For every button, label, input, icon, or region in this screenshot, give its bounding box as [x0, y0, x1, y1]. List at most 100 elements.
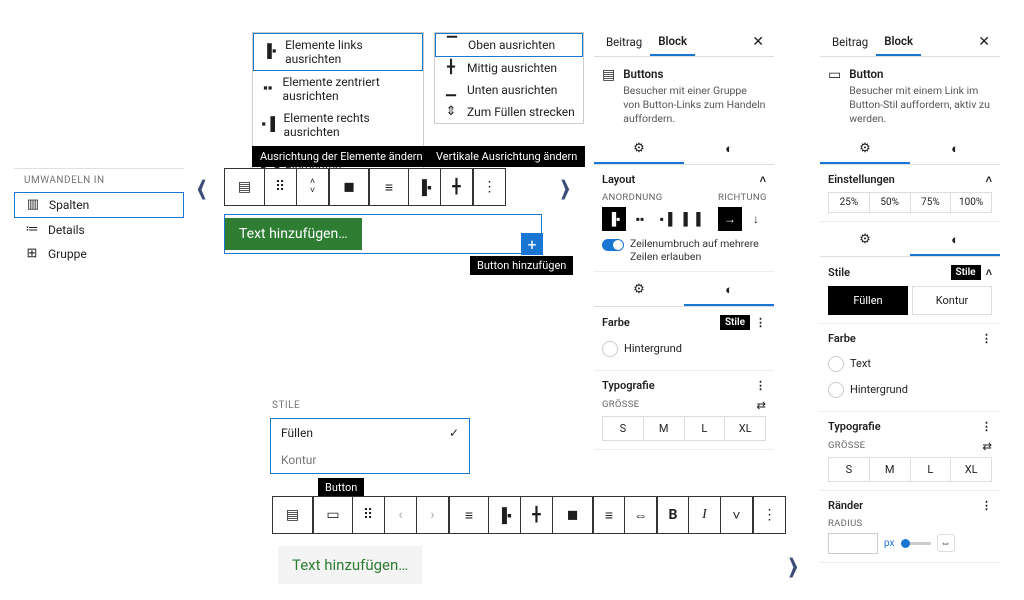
styles-tab-icon[interactable]: ◐ — [684, 135, 774, 164]
more-format[interactable]: ˅ — [721, 497, 753, 533]
bg-color[interactable]: Hintergrund — [828, 377, 992, 403]
arrangement-row: ▐▪ ▪▪ ▪▐ ▌▐ — [602, 207, 704, 231]
drag-handle[interactable]: ⠿ — [353, 497, 385, 533]
size-l[interactable]: L — [685, 417, 726, 440]
radius-input[interactable] — [828, 533, 878, 554]
transform-item-group[interactable]: ⊞ Gruppe — [14, 242, 184, 266]
select-parent[interactable]: ◼ — [329, 169, 369, 205]
size-xl[interactable]: XL — [951, 458, 991, 481]
link-button[interactable]: ⇔ — [625, 497, 657, 533]
wrap-toggle[interactable]: Zeilenumbruch auf mehrere Zeilen erlaube… — [602, 237, 766, 263]
settings-tab-icon[interactable]: ⚙ — [594, 135, 684, 164]
more-icon[interactable]: ⋮ — [755, 379, 766, 392]
more-button[interactable]: ⋮ — [753, 497, 785, 533]
button-icon: ▭ — [828, 67, 841, 83]
h-align-button[interactable]: ≡ — [369, 169, 409, 205]
close-icon[interactable]: ✕ — [746, 30, 770, 54]
transform-label: Spalten — [49, 198, 89, 212]
move-next[interactable]: › — [417, 497, 449, 533]
block-type[interactable]: ▭ — [313, 497, 353, 533]
settings-tab-icon[interactable]: ⚙ — [594, 276, 684, 306]
block-type-button[interactable]: ▤ — [225, 169, 265, 205]
collapse-icon[interactable]: ˄ — [986, 173, 992, 186]
justify-center-icon[interactable]: ▪▪ — [628, 207, 652, 231]
justify-left-icon[interactable]: ▐▪ — [602, 207, 626, 231]
tab-block[interactable]: Block — [876, 28, 921, 56]
align-top[interactable]: ▔ Oben ausrichten — [435, 33, 583, 57]
bg-color[interactable]: Hintergrund — [602, 336, 766, 362]
more-icon[interactable]: ⋮ — [981, 420, 992, 433]
transform-label: Details — [48, 223, 85, 237]
border-heading: Ränder — [828, 499, 863, 512]
align-left[interactable]: ▐▪ Elemente links ausrichten — [253, 33, 423, 71]
italic-button[interactable]: I — [689, 497, 721, 533]
more-icon[interactable]: ⋮ — [981, 499, 992, 512]
preset-50[interactable]: 50% — [870, 193, 911, 212]
styles-tab-icon[interactable]: ◐ — [910, 226, 1000, 256]
more-icon[interactable]: ⋮ — [755, 316, 766, 329]
align-button[interactable]: ≡ — [449, 497, 489, 533]
transform-item-columns[interactable]: ▥ Spalten — [14, 192, 184, 218]
bold-button[interactable]: B — [657, 497, 689, 533]
align-center[interactable]: ▪▪ Elemente zentriert ausrichten — [253, 71, 423, 107]
tab-post[interactable]: Beitrag — [824, 29, 876, 55]
button-text-input[interactable]: Text hinzufügen… — [278, 546, 422, 584]
width[interactable]: ◼ — [553, 497, 593, 533]
move-updown[interactable]: ˄˅ — [297, 169, 329, 205]
preset-25[interactable]: 25% — [829, 193, 870, 212]
preset-100[interactable]: 100% — [951, 193, 991, 212]
style-outline[interactable]: Kontur — [912, 286, 992, 315]
text-color[interactable]: Text — [828, 351, 992, 377]
buttons-editor[interactable]: Text hinzufügen… + — [224, 214, 542, 254]
preset-75[interactable]: 75% — [911, 193, 952, 212]
size-s[interactable]: S — [603, 417, 644, 440]
size-s[interactable]: S — [829, 458, 870, 481]
more-icon[interactable]: ⋮ — [981, 332, 992, 345]
add-button[interactable]: + — [521, 233, 543, 255]
transform-item-details[interactable]: ≔ Details — [14, 218, 184, 242]
size-m[interactable]: M — [870, 458, 911, 481]
align-right[interactable]: ▪▐ Elemente rechts ausrichten — [253, 107, 423, 143]
collapse-icon[interactable]: ˄ — [760, 173, 766, 186]
stile-badge: Stile — [720, 315, 750, 330]
size-label: GRÖSSE — [602, 399, 639, 410]
size-l[interactable]: L — [911, 458, 952, 481]
justify-left[interactable]: ▐▪ — [489, 497, 521, 533]
direction-row-icon[interactable]: → — [718, 207, 742, 231]
h-align-tooltip: Ausrichtung der Elemente ändern — [252, 146, 431, 167]
style-opt-outline[interactable]: Kontur — [271, 447, 469, 473]
custom-size-icon[interactable]: ⇄ — [756, 398, 766, 412]
style-select[interactable]: Füllen ✓ Kontur — [270, 418, 470, 474]
button-preview[interactable]: Text hinzufügen… — [225, 218, 362, 250]
styles-tab-icon[interactable]: ◐ — [910, 135, 1000, 164]
more-button[interactable]: ⋮ — [473, 169, 505, 205]
v-align[interactable]: ╋ — [521, 497, 553, 533]
size-xl[interactable]: XL — [725, 417, 765, 440]
group-icon: ⊞ — [24, 247, 40, 261]
tab-block[interactable]: Block — [650, 28, 695, 56]
styles-tab-icon[interactable]: ◐ — [684, 276, 774, 306]
tab-post[interactable]: Beitrag — [598, 29, 650, 55]
align-bottom[interactable]: ▁ Unten ausrichten — [435, 79, 583, 101]
parent-block[interactable]: ▤ — [273, 497, 313, 533]
justify-between-icon[interactable]: ▌▐ — [680, 207, 704, 231]
radius-slider[interactable] — [901, 542, 931, 545]
settings-tab-icon[interactable]: ⚙ — [820, 135, 910, 164]
custom-size-icon[interactable]: ⇄ — [982, 439, 992, 453]
move-prev[interactable]: ‹ — [385, 497, 417, 533]
drag-handle[interactable]: ⠿ — [265, 169, 297, 205]
justify-button[interactable]: ▐▪ — [409, 169, 441, 205]
text-align[interactable]: ≡ — [593, 497, 625, 533]
size-m[interactable]: M — [644, 417, 685, 440]
link-sides-icon[interactable]: ⇔ — [937, 534, 955, 552]
direction-col-icon[interactable]: ↓ — [744, 207, 768, 231]
close-icon[interactable]: ✕ — [972, 30, 996, 54]
v-align-button[interactable]: ╋ — [441, 169, 473, 205]
style-opt-fill[interactable]: Füllen ✓ — [271, 419, 469, 447]
collapse-icon[interactable]: ˄ — [986, 266, 992, 279]
align-middle[interactable]: ╋ Mittig ausrichten — [435, 57, 583, 79]
style-fill[interactable]: Füllen — [828, 286, 908, 315]
justify-right-icon[interactable]: ▪▐ — [654, 207, 678, 231]
align-stretch[interactable]: ⇕ Zum Füllen strecken — [435, 101, 583, 123]
settings-tab-icon[interactable]: ⚙ — [820, 226, 910, 256]
